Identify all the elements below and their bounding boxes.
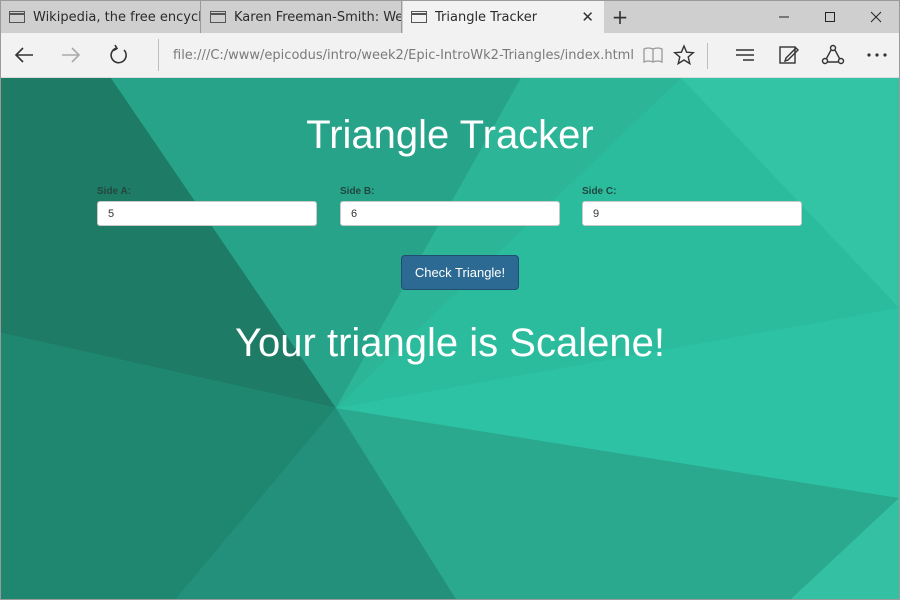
refresh-icon[interactable]: [102, 39, 136, 71]
maximize-icon[interactable]: [807, 1, 853, 33]
check-triangle-button[interactable]: Check Triangle!: [401, 255, 519, 290]
tab-bar: Wikipedia, the free encyclop Karen Freem…: [1, 1, 899, 33]
page-icon: [9, 11, 25, 23]
minimize-icon[interactable]: [761, 1, 807, 33]
side-b-input[interactable]: [340, 201, 560, 226]
result-message: Your triangle is Scalene!: [235, 321, 665, 365]
side-c-label: Side C:: [582, 186, 617, 197]
tab-label: Triangle Tracker: [435, 9, 538, 25]
page-icon: [411, 11, 427, 23]
side-c-input[interactable]: [582, 201, 802, 226]
toolbar-divider: [707, 43, 708, 69]
page-icon: [210, 11, 226, 23]
favorite-star-icon[interactable]: [667, 39, 701, 71]
side-a-label: Side A:: [97, 186, 132, 197]
address-input[interactable]: file:///C:/www/epicodus/intro/week2/Epic…: [158, 39, 634, 71]
side-a-group: Side A:: [97, 186, 317, 226]
hub-icon[interactable]: [728, 39, 762, 71]
side-a-input[interactable]: [97, 201, 317, 226]
tab-karen-freeman-smith[interactable]: Karen Freeman-Smith: Web: [202, 1, 402, 33]
close-icon[interactable]: [853, 1, 899, 33]
side-b-label: Side B:: [340, 186, 375, 197]
tab-label: Karen Freeman-Smith: Web: [234, 9, 401, 25]
address-bar-row: file:///C:/www/epicodus/intro/week2/Epic…: [1, 33, 899, 78]
tab-triangle-tracker[interactable]: Triangle Tracker ✕: [403, 1, 604, 33]
new-tab-icon[interactable]: +: [608, 5, 632, 29]
more-icon[interactable]: [860, 39, 894, 71]
side-c-group: Side C:: [582, 186, 802, 226]
page-title: Triangle Tracker: [306, 113, 594, 157]
browser-window: Wikipedia, the free encyclop Karen Freem…: [0, 0, 900, 600]
close-tab-icon[interactable]: ✕: [581, 9, 594, 25]
tab-label: Wikipedia, the free encyclop: [33, 9, 200, 25]
page-content: Triangle Tracker Side A: Side B: Side C:…: [1, 78, 899, 599]
reading-view-icon[interactable]: [636, 39, 670, 71]
forward-arrow-icon[interactable]: [54, 39, 88, 71]
web-note-icon[interactable]: [772, 39, 806, 71]
tab-wikipedia[interactable]: Wikipedia, the free encyclop: [1, 1, 201, 33]
side-b-group: Side B:: [340, 186, 560, 226]
back-arrow-icon[interactable]: [7, 39, 41, 71]
share-icon[interactable]: [816, 39, 850, 71]
